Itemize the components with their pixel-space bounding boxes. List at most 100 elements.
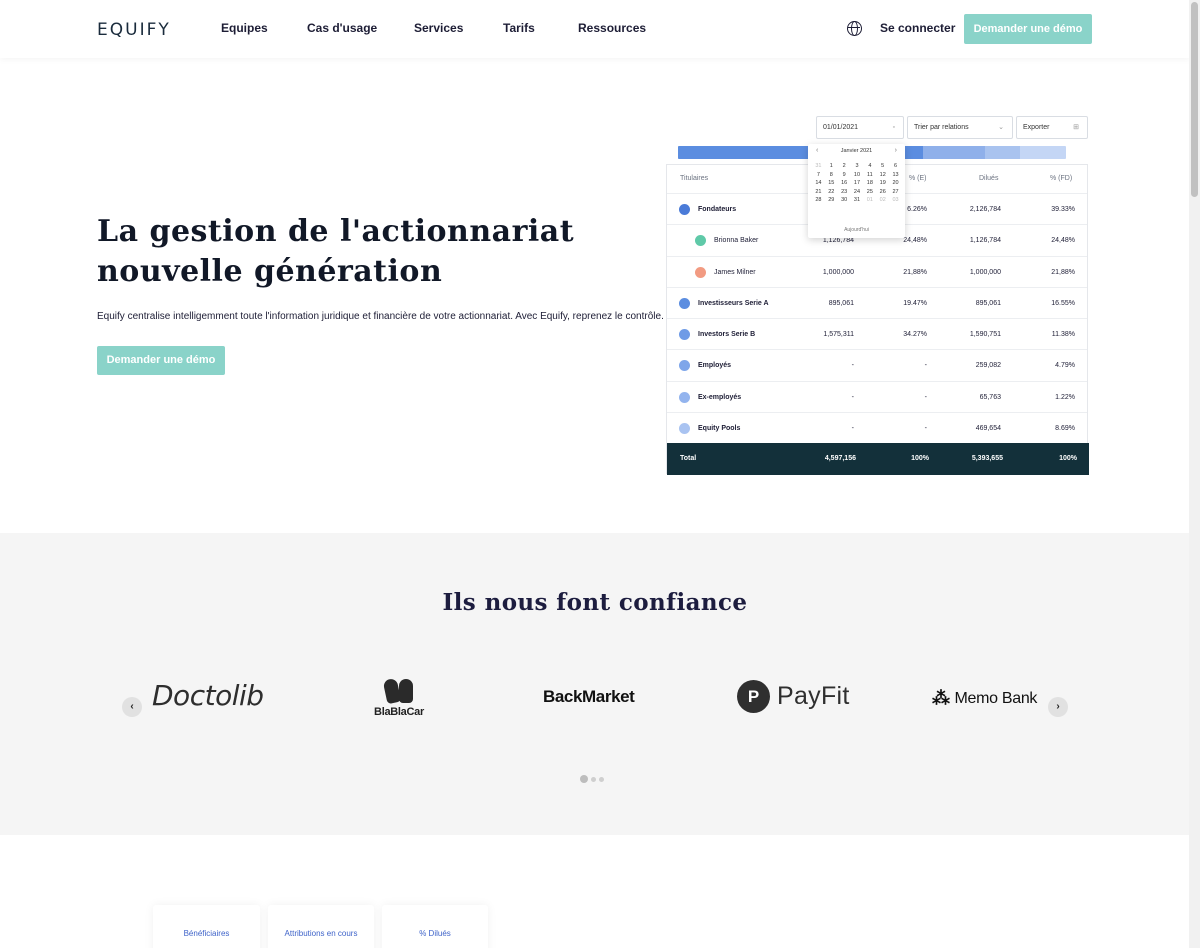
request-demo-button-nav[interactable]: Demander une démo (964, 14, 1092, 44)
calendar-day[interactable]: 11 (863, 172, 876, 178)
calendar-day[interactable]: 12 (876, 172, 889, 178)
calendar-day[interactable]: 24 (851, 189, 864, 195)
calendar-day[interactable]: 15 (825, 180, 838, 186)
calendar-days-grid: 31 1 2 3 4 5 6 7 8 9 10 11 12 13 14 15 16 17 18 19 20 21 22 23 2… (812, 163, 902, 203)
equity-value: - (851, 362, 854, 370)
backmarket-logo: BackMarket (543, 687, 635, 706)
calendar-day[interactable]: 20 (889, 180, 902, 186)
holder-name: Equity Pools (698, 424, 741, 432)
progress-segment (923, 146, 985, 159)
calendar-day[interactable]: 02 (876, 197, 889, 203)
calendar-day[interactable]: 1 (825, 163, 838, 169)
total-percent-fd: 100% (1059, 455, 1077, 462)
nav-link-cas-usage[interactable]: Cas d'usage (307, 21, 377, 35)
percent-equity: 19.47% (903, 299, 927, 307)
calendar-day[interactable]: 25 (863, 189, 876, 195)
percent-equity: 6.26% (907, 206, 927, 213)
table-row[interactable]: Employés - - 259,082 4.79% (667, 349, 1087, 380)
trusted-by-section: Ils nous font confiance ‹ Doctolib BlaBl… (0, 533, 1190, 835)
sort-select[interactable]: Trier par relations ⌄ (907, 116, 1013, 139)
card-percent-diluted[interactable]: % Dilués (382, 905, 488, 948)
calendar-day[interactable]: 7 (812, 172, 825, 178)
equity-value: 895,061 (828, 299, 854, 307)
calendar-day[interactable]: 3 (851, 163, 864, 169)
holder-name: Ex-employés (698, 393, 742, 401)
nav-link-equipes[interactable]: Equipes (221, 21, 268, 35)
calendar-day[interactable]: 5 (876, 163, 889, 169)
date-input[interactable]: 01/01/2021 ▫ (816, 116, 904, 139)
card-beneficiaries[interactable]: Bénéficiaires (153, 905, 260, 948)
holder-avatar-icon (695, 266, 706, 278)
diluted-value: 1,000,000 (969, 268, 1001, 276)
holder-name: Brionna Baker (714, 237, 759, 245)
doctolib-logo: Doctolib (152, 679, 264, 712)
calendar-day[interactable]: 14 (812, 180, 825, 186)
percent-equity: - (924, 393, 927, 401)
calendar-day[interactable]: 29 (825, 197, 838, 203)
blablacar-logo-text: BlaBlaCar (374, 706, 424, 718)
carousel-dot[interactable] (599, 777, 604, 782)
chevron-right-icon[interactable]: › (895, 147, 897, 154)
calendar-day[interactable]: 26 (876, 189, 889, 195)
percent-equity: 34.27% (903, 331, 927, 338)
holder-avatar-icon (679, 360, 690, 372)
chevron-right-icon[interactable]: › (1048, 697, 1068, 717)
scrollbar-thumb[interactable] (1191, 2, 1198, 197)
calendar-day[interactable]: 17 (851, 180, 864, 186)
calendar-today-button[interactable]: Aujourd'hui (808, 227, 905, 233)
globe-icon[interactable] (847, 21, 862, 36)
carousel-dot[interactable] (580, 775, 588, 783)
signin-link[interactable]: Se connecter (880, 21, 955, 35)
calendar-day[interactable]: 8 (825, 172, 838, 178)
table-row[interactable]: Ex-employés - - 65,763 1.22% (667, 380, 1087, 412)
calendar-day[interactable]: 18 (863, 180, 876, 186)
card-ongoing-grants[interactable]: Attributions en cours (268, 905, 374, 948)
calendar-day[interactable]: 19 (876, 180, 889, 186)
calendar-day[interactable]: 2 (838, 163, 851, 169)
calendar-day[interactable]: 31 (812, 163, 825, 169)
calendar-day[interactable]: 4 (863, 163, 876, 169)
holder-avatar-icon (679, 204, 690, 215)
calendar-day[interactable]: 23 (838, 189, 851, 195)
table-row[interactable]: Equity Pools - - 469,654 8.69% (667, 411, 1087, 443)
progress-segment (985, 146, 1020, 159)
holder-avatar-icon (679, 297, 690, 309)
calendar-day[interactable]: 16 (838, 180, 851, 186)
calendar-day[interactable]: 30 (838, 197, 851, 203)
table-row[interactable]: Investisseurs Serie A 895,061 19.47% 895,06… (667, 286, 1087, 318)
calendar-day[interactable]: 13 (889, 172, 902, 178)
chevron-left-icon[interactable]: ‹ (122, 697, 142, 717)
diluted-value: 65,763 (979, 393, 1001, 401)
nav-link-services[interactable]: Services (414, 21, 463, 35)
percent-fully-diluted: 21,88% (1051, 268, 1075, 276)
diluted-value: 1,126,784 (969, 237, 1001, 245)
page-scrollbar[interactable] (1189, 0, 1200, 948)
calendar-icon: ▫ (892, 124, 895, 131)
export-button[interactable]: Exporter ⊞ (1016, 116, 1088, 139)
table-row[interactable]: Investors Serie B 1,575,311 34.27% 1,590,75… (667, 318, 1087, 349)
calendar-day[interactable]: 31 (851, 197, 864, 203)
calendar-day[interactable]: 9 (838, 172, 851, 178)
calendar-day[interactable]: 01 (863, 197, 876, 203)
total-percent-e: 100% (911, 455, 929, 462)
nav-link-ressources[interactable]: Ressources (578, 21, 646, 35)
request-demo-button-hero[interactable]: Demander une démo (97, 346, 225, 375)
calendar-day[interactable]: 22 (825, 189, 838, 195)
nav-link-tarifs[interactable]: Tarifs (503, 21, 535, 35)
holder-avatar-icon (679, 422, 690, 434)
equify-logo[interactable]: EQUIFY (97, 20, 171, 40)
calendar-day[interactable]: 27 (889, 189, 902, 195)
payfit-mark-icon: P (737, 680, 770, 713)
holder-name: Investisseurs Serie A (698, 299, 769, 307)
table-row[interactable]: James Milner 1,000,000 21,88% 1,000,000 21,8… (667, 255, 1087, 287)
calendar-day[interactable]: 21 (812, 189, 825, 195)
calendar-day[interactable]: 03 (889, 197, 902, 203)
holder-name: Fondateurs (698, 206, 737, 213)
carousel-dot[interactable] (591, 777, 596, 782)
equity-value: 1,126,784 (822, 237, 854, 245)
equity-value: - (851, 393, 854, 401)
calendar-day[interactable]: 28 (812, 197, 825, 203)
calendar-day[interactable]: 6 (889, 163, 902, 169)
percent-equity: - (924, 362, 927, 370)
calendar-day[interactable]: 10 (851, 172, 864, 178)
